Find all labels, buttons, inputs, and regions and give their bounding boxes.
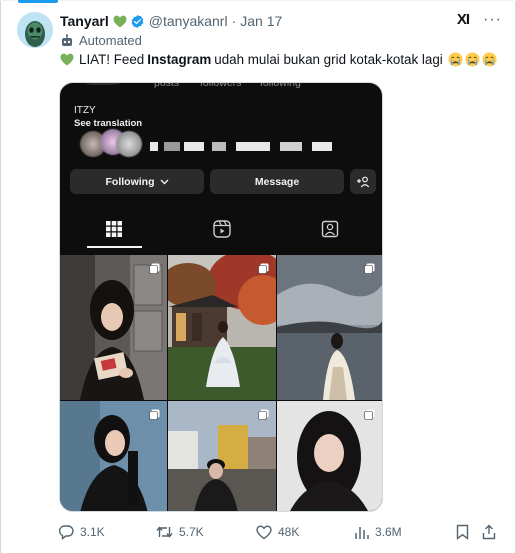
share-button[interactable] (482, 522, 496, 542)
multiple-photos-icon (258, 261, 269, 279)
reels-icon (213, 220, 231, 238)
chevron-down-icon (160, 179, 168, 184)
separator-dot: · (231, 13, 237, 29)
tweet-date[interactable]: Jan 17 (240, 13, 282, 29)
reply-count: 3.1K (80, 525, 105, 539)
ig-blur-block (150, 142, 158, 151)
ig-add-person-button[interactable] (350, 169, 376, 194)
ig-profile-picture (72, 83, 134, 85)
grid-icon (106, 221, 122, 237)
ig-blur-block (164, 142, 180, 151)
crying-face-icon (465, 52, 480, 67)
repost-count: 5.7K (179, 525, 204, 539)
ig-photo-post[interactable] (60, 401, 167, 511)
grok-icon[interactable]: XI (457, 11, 470, 28)
verified-badge-icon[interactable] (130, 14, 145, 29)
ig-stat-following: following (260, 82, 301, 89)
avatar-alien-icon (17, 12, 53, 48)
ig-blur-block (312, 142, 332, 151)
ig-following-button[interactable]: Following (70, 169, 204, 194)
tweet-header: Tanyarl @tanyakanrl · Jan 17 (60, 11, 500, 31)
tweet-text: LIAT! Feed Instagram udah mulai bukan gr… (60, 52, 497, 67)
more-options-icon[interactable]: ··· (483, 11, 502, 28)
ig-blur-block (184, 142, 204, 151)
ig-photo-post[interactable] (168, 401, 276, 511)
ig-profile-name: ITZY (74, 105, 96, 116)
tagged-icon (321, 220, 339, 238)
ig-tab-reels[interactable] (168, 211, 276, 247)
add-person-icon (357, 176, 370, 187)
ig-photo-post[interactable] (168, 255, 276, 400)
ig-tab-grid[interactable] (60, 211, 168, 247)
ig-highlight (116, 131, 142, 157)
multiple-photos-icon (149, 261, 160, 279)
automated-text: Automated (79, 33, 142, 48)
multiple-photos-icon (364, 407, 375, 425)
ig-message-button[interactable]: Message (210, 169, 344, 194)
bookmark-icon (456, 524, 469, 540)
reply-icon (58, 525, 74, 540)
crying-face-icon (482, 52, 497, 67)
header-actions: XI ··· (457, 11, 502, 28)
green-heart-icon (113, 15, 127, 28)
ig-blur-block (212, 142, 226, 151)
top-accent-bar (18, 0, 58, 3)
repost-button[interactable]: 5.7K (156, 522, 204, 542)
ig-photo-post[interactable] (277, 401, 382, 511)
ig-following-label: Following (105, 175, 155, 188)
multiple-photos-icon (364, 261, 375, 279)
views-button[interactable]: 3.6M (354, 522, 402, 542)
green-heart-icon (60, 53, 74, 66)
reply-button[interactable]: 3.1K (58, 522, 105, 542)
like-button[interactable]: 48K (256, 522, 299, 542)
multiple-photos-icon (258, 407, 269, 425)
tweet-text-after: udah mulai bukan grid kotak-kotak lagi (214, 52, 443, 67)
views-chart-icon (355, 526, 369, 539)
avatar[interactable] (17, 12, 53, 48)
ig-photo-post[interactable] (60, 255, 167, 400)
ig-blur-block (236, 142, 270, 151)
tweet-text-before: LIAT! Feed (79, 52, 145, 67)
ig-blur-block (280, 142, 302, 151)
bookmark-button[interactable] (456, 522, 469, 542)
ig-message-label: Message (254, 175, 300, 188)
tweet-text-bold: Instagram (147, 52, 212, 67)
ig-tabs (60, 211, 382, 248)
automated-label: Automated (60, 33, 142, 48)
heart-icon (256, 524, 272, 539)
author-handle[interactable]: @tanyakanrl (149, 13, 228, 29)
ig-photo-grid (60, 255, 382, 511)
repost-icon (156, 526, 173, 538)
tweet-media-image[interactable]: posts followers following ITZY See trans… (59, 82, 383, 512)
ig-active-tab-indicator (87, 246, 142, 248)
multiple-photos-icon (149, 407, 160, 425)
author-name[interactable]: Tanyarl (60, 13, 109, 29)
ig-photo-post[interactable] (277, 255, 382, 400)
crying-face-icon (448, 52, 463, 67)
tweet-action-bar: 3.1K 5.7K 48K 3.6M (58, 522, 498, 542)
like-count: 48K (278, 525, 300, 539)
ig-see-translation: See translation (74, 118, 143, 129)
bot-icon (60, 33, 74, 48)
views-count: 3.6M (375, 525, 402, 539)
ig-stat-followers: followers (200, 82, 242, 89)
top-divider (0, 0, 516, 1)
ig-tab-tagged[interactable] (276, 211, 382, 247)
ig-stat-posts: posts (154, 82, 180, 89)
share-icon (482, 524, 496, 540)
